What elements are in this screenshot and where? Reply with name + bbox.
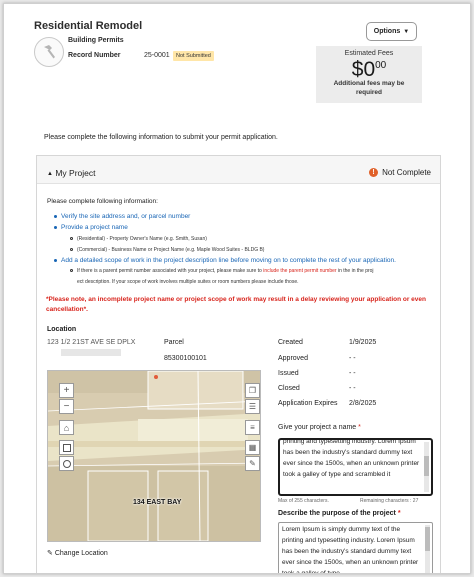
grid-icon: ▦	[248, 443, 257, 452]
home-icon: ⌂	[63, 422, 70, 433]
home-button[interactable]: ⌂	[59, 420, 74, 435]
incomplete-warning: *Please note, an incomplete project name…	[46, 296, 427, 313]
currency-symbol: $	[351, 58, 364, 81]
instructions-text: Please complete the following informatio…	[44, 134, 278, 141]
estimated-fees-box: Estimated Fees $000 Additional fees may …	[316, 46, 422, 103]
map-street-label: 134 EAST BAY	[133, 499, 182, 506]
instruction-item: Verify the site address and, or parcel n…	[54, 213, 190, 220]
section-status-text: Not Complete	[382, 168, 431, 177]
parent-permit-note: If there is a parent permit number assoc…	[70, 268, 374, 274]
closed-label: Closed	[278, 385, 300, 392]
caret-down-icon: ▼	[403, 28, 410, 35]
instruction-item: Add a detailed scope of work in the proj…	[54, 257, 396, 264]
parent-permit-note-cont: ect description. If your scope of work i…	[77, 279, 299, 285]
instruction-subitem: (Commercial) - Business Name or Project …	[70, 247, 264, 253]
options-label: Options	[373, 28, 401, 35]
edit-icon: ✎	[47, 550, 53, 557]
fees-cents: 00	[375, 60, 387, 71]
project-description-input[interactable]: Lorem Ipsum is simply dummy text of the …	[278, 522, 433, 573]
parcel-number-link[interactable]: 85300100101	[164, 355, 207, 362]
remaining-chars-note: Remaining characters : 27	[360, 498, 419, 504]
parcel-map-graphic	[48, 371, 260, 541]
parent-permit-highlight: include the parent permit number	[263, 268, 337, 274]
closed-value: - -	[349, 385, 356, 392]
select-rect-button[interactable]	[59, 440, 74, 455]
zoom-in-button[interactable]: +	[59, 383, 74, 398]
permit-subtype: Building Permits	[68, 37, 124, 44]
permit-type-avatar	[34, 37, 64, 67]
circle-icon	[62, 459, 71, 468]
fees-dollars: 0	[363, 58, 376, 81]
caret-up-icon: ▲	[47, 171, 53, 177]
list-icon: ≡	[250, 423, 255, 432]
fees-note: Additional fees may be required	[333, 80, 405, 96]
fees-label: Estimated Fees	[344, 50, 394, 57]
location-label: Location	[47, 326, 77, 333]
edit-button[interactable]: ✎	[245, 456, 260, 471]
status-badge: Not Submitted	[173, 51, 214, 61]
alert-icon: !	[369, 168, 379, 177]
square-icon	[62, 443, 71, 452]
record-number-label: Record Number	[68, 52, 121, 59]
copy-icon: ❐	[248, 386, 257, 395]
project-name-label: Give your project a name *	[278, 424, 361, 431]
my-project-section: ▲ My Project ! Not Complete Please compl…	[36, 155, 441, 573]
record-title: Residential Remodel	[34, 20, 143, 32]
location-map[interactable]: + − ⌂ ❐ ☰ ≡ ▦ ✎ 134 EAST BAY	[47, 370, 261, 542]
created-value: 1/9/2025	[349, 339, 377, 346]
instruction-subitem: (Residential) - Property Owner's Name (e…	[70, 236, 207, 242]
record-number: 25-0001	[144, 52, 170, 59]
expires-value: 2/8/2025	[349, 400, 377, 407]
zoom-out-button[interactable]: −	[59, 399, 74, 414]
project-name-scrollbar[interactable]	[424, 442, 429, 492]
hammer-icon	[44, 45, 55, 59]
section-status: ! Not Complete	[369, 168, 431, 177]
layers-button[interactable]: ☰	[245, 399, 260, 414]
select-circle-button[interactable]	[59, 456, 74, 471]
app-frame: Residential Remodel Building Permits Rec…	[3, 3, 471, 574]
site-address: 123 1/2 21ST AVE SE DPLX	[47, 339, 136, 346]
section-title[interactable]: ▲ My Project	[47, 168, 95, 178]
parcel-label: Parcel	[164, 339, 184, 346]
section-header[interactable]: ▲ My Project ! Not Complete	[37, 156, 440, 184]
issued-value: - -	[349, 370, 356, 377]
created-label: Created	[278, 339, 303, 346]
project-name-input[interactable]: printing and typesetting industry. Lorem…	[278, 438, 433, 496]
list-button[interactable]: ≡	[245, 420, 260, 435]
approved-label: Approved	[278, 355, 308, 362]
redacted-address-line	[61, 349, 121, 356]
table-button[interactable]: ▦	[245, 440, 260, 455]
change-location-link[interactable]: ✎ Change Location	[47, 549, 108, 557]
issued-label: Issued	[278, 370, 299, 377]
project-description-label: Describe the purpose of the project *	[278, 510, 401, 517]
layers-icon: ☰	[248, 402, 257, 411]
instruction-item: Provide a project name	[54, 224, 128, 231]
copy-button[interactable]: ❐	[245, 383, 260, 398]
pencil-icon: ✎	[249, 459, 256, 468]
project-description-scrollbar[interactable]	[425, 525, 430, 573]
max-chars-note: Max of 255 characters.	[278, 498, 329, 504]
options-button[interactable]: Options ▼	[366, 22, 417, 41]
fill-info-text: Please complete following information:	[47, 198, 158, 205]
approved-value: - -	[349, 355, 356, 362]
expires-label: Application Expires	[278, 400, 338, 407]
